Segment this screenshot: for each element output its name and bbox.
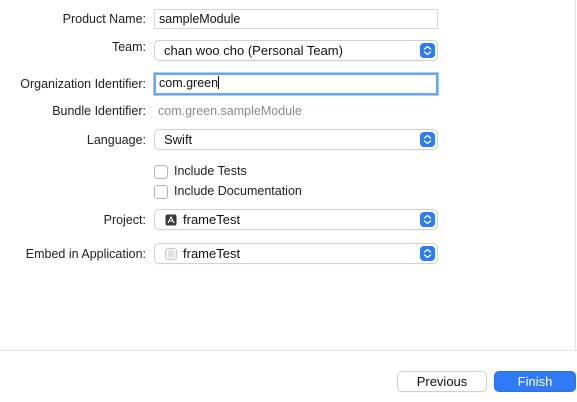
embed-in-application-label: Embed in Application: <box>25 247 146 261</box>
popup-stepper-icon <box>420 246 435 261</box>
product-name-field[interactable]: sampleModule <box>154 9 438 29</box>
team-popup[interactable]: chan woo cho (Personal Team) <box>154 40 438 61</box>
popup-stepper-icon <box>420 43 435 58</box>
product-name-label: Product Name: <box>62 12 146 26</box>
organization-identifier-label: Organization Identifier: <box>20 77 146 91</box>
text-caret <box>218 76 220 89</box>
include-documentation-checkbox[interactable] <box>154 185 168 199</box>
embed-in-application-popup-value: frameTest <box>183 246 241 261</box>
app-target-icon <box>165 248 177 260</box>
include-documentation-label: Include Documentation <box>174 184 302 198</box>
project-popup[interactable]: frameTest <box>154 209 438 230</box>
xcode-project-icon <box>165 214 177 226</box>
bundle-identifier-label: Bundle Identifier: <box>52 104 146 118</box>
language-popup-value: Swift <box>164 132 193 147</box>
language-popup[interactable]: Swift <box>154 129 438 150</box>
organization-identifier-field[interactable]: com.green <box>154 73 438 95</box>
footer-divider <box>0 350 577 351</box>
popup-stepper-icon <box>420 212 435 227</box>
include-tests-checkbox[interactable] <box>154 165 168 179</box>
popup-stepper-icon <box>420 132 435 147</box>
embed-in-application-popup[interactable]: frameTest <box>154 243 438 264</box>
team-popup-value: chan woo cho (Personal Team) <box>164 43 343 58</box>
project-popup-value: frameTest <box>183 212 241 227</box>
organization-identifier-value: com.green <box>159 76 219 90</box>
project-label: Project: <box>103 213 146 227</box>
previous-button[interactable]: Previous <box>397 371 487 392</box>
team-label: Team: <box>111 40 146 54</box>
include-tests-label: Include Tests <box>174 164 247 178</box>
language-label: Language: <box>86 133 146 147</box>
finish-button[interactable]: Finish <box>494 371 576 392</box>
panel-right-edge <box>575 0 576 351</box>
bundle-identifier-value: com.green.sampleModule <box>158 104 302 118</box>
